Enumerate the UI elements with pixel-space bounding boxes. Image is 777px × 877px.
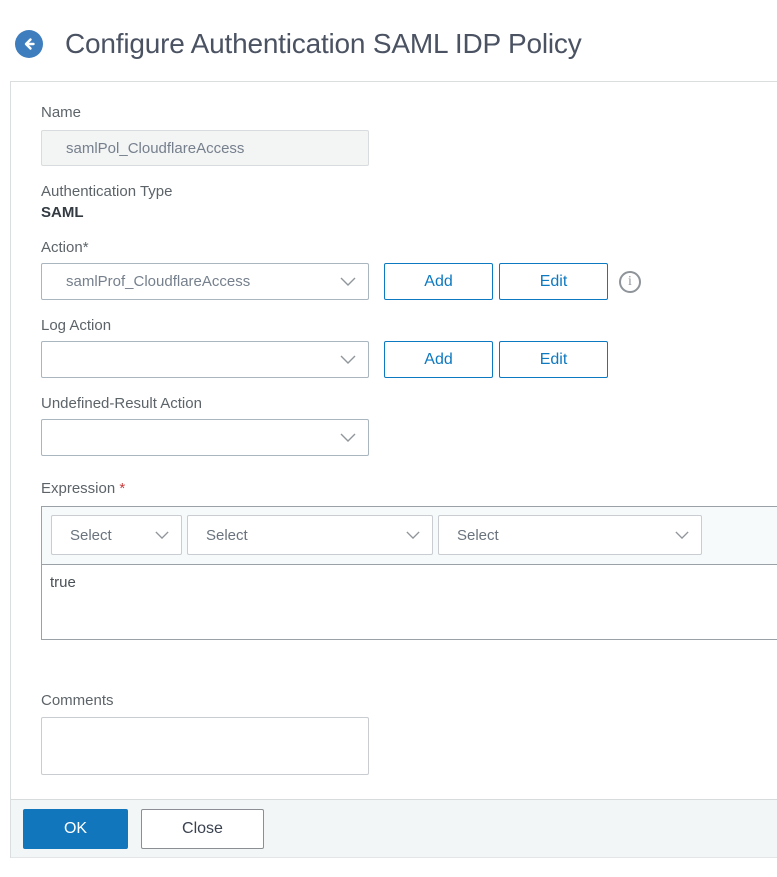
expression-select-3-label: Select	[457, 526, 499, 544]
action-selected-value: samlProf_CloudflareAccess	[66, 273, 251, 290]
expression-select-2[interactable]: Select	[187, 515, 433, 555]
undefined-result-action-select[interactable]	[41, 419, 369, 456]
undefined-result-action-label: Undefined-Result Action	[41, 395, 202, 412]
expression-input[interactable]: true	[42, 565, 777, 639]
comments-label: Comments	[41, 692, 114, 709]
chevron-down-icon	[340, 355, 356, 364]
expression-select-2-label: Select	[206, 526, 248, 544]
chevron-down-icon	[392, 531, 420, 539]
expression-select-3[interactable]: Select	[438, 515, 702, 555]
expression-required-mark: *	[119, 480, 126, 497]
form-content: Name Authentication Type SAML Action* sa…	[11, 82, 777, 799]
action-label: Action*	[41, 239, 89, 256]
name-input	[41, 130, 369, 166]
info-icon[interactable]: i	[619, 270, 641, 293]
auth-type-value: SAML	[41, 204, 84, 221]
log-action-add-button[interactable]: Add	[384, 341, 493, 378]
log-action-label: Log Action	[41, 317, 112, 334]
chevron-down-icon	[340, 277, 356, 286]
expression-builder-toolbar: Select Select Select	[42, 507, 777, 565]
log-action-select[interactable]	[41, 341, 369, 378]
ok-button[interactable]: OK	[23, 808, 128, 849]
expression-select-1-label: Select	[70, 526, 112, 544]
page-title: Configure Authentication SAML IDP Policy	[65, 28, 582, 59]
close-button[interactable]: Close	[141, 808, 264, 849]
form-panel: Name Authentication Type SAML Action* sa…	[10, 81, 777, 858]
name-label: Name	[41, 104, 82, 121]
expression-select-1[interactable]: Select	[51, 515, 182, 555]
expression-builder: Select Select Select true	[41, 506, 777, 640]
auth-type-label: Authentication Type	[41, 183, 173, 200]
chevron-down-icon	[340, 433, 356, 442]
configure-saml-idp-policy-page: Configure Authentication SAML IDP Policy…	[0, 0, 777, 877]
back-button[interactable]	[15, 30, 43, 58]
expression-label-text: Expression	[41, 480, 116, 497]
action-select[interactable]: samlProf_CloudflareAccess	[41, 263, 369, 300]
expression-label: Expression *	[41, 480, 777, 497]
chevron-down-icon	[661, 531, 689, 539]
log-action-edit-button[interactable]: Edit	[499, 341, 608, 378]
action-add-button[interactable]: Add	[384, 263, 493, 300]
footer-action-bar: OK Close	[11, 799, 777, 858]
comments-input[interactable]	[41, 717, 369, 775]
page-header: Configure Authentication SAML IDP Policy	[0, 0, 777, 60]
action-edit-button[interactable]: Edit	[499, 263, 608, 300]
back-arrow-icon	[21, 36, 37, 52]
chevron-down-icon	[141, 531, 169, 539]
